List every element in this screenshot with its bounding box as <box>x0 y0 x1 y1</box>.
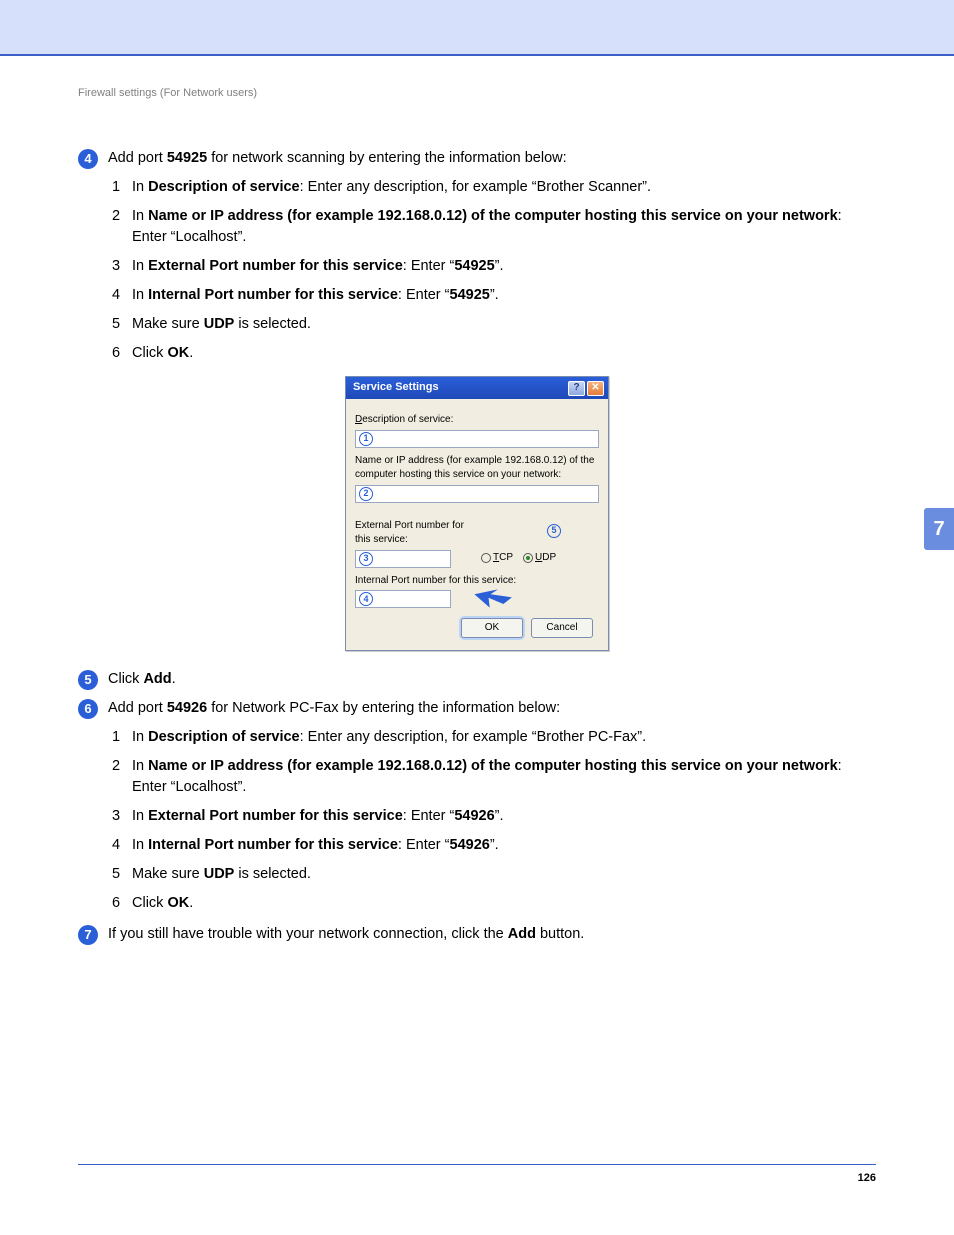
marker-3-icon: 3 <box>359 552 373 566</box>
label-host: Name or IP address (for example 192.168.… <box>355 454 599 483</box>
dialog-title: Service Settings <box>353 380 439 396</box>
subtext: In Description of service: Enter any des… <box>132 177 876 198</box>
list-item: 1In Description of service: Enter any de… <box>112 727 876 748</box>
bullet-7-icon: 7 <box>78 925 98 945</box>
cancel-button[interactable]: Cancel <box>531 618 593 638</box>
subnum: 1 <box>112 177 132 198</box>
subnum: 4 <box>112 285 132 306</box>
step-4-sublist: 1In Description of service: Enter any de… <box>112 177 876 364</box>
dialog-figure: Service Settings ? ✕ DDescription of ser… <box>78 376 876 651</box>
port-bold: 54925 <box>167 150 207 166</box>
subnum: 1 <box>112 727 132 748</box>
marker-1-icon: 1 <box>359 432 373 446</box>
subnum: 4 <box>112 835 132 856</box>
subtext: In Description of service: Enter any des… <box>132 727 876 748</box>
page-number: 126 <box>858 1171 876 1187</box>
step-4-text: Add port 54925 for network scanning by e… <box>108 148 876 169</box>
dialog-titlebar: Service Settings ? ✕ <box>346 377 608 399</box>
list-item: 3In External Port number for this servic… <box>112 256 876 277</box>
radio-udp[interactable]: UDP <box>523 551 556 566</box>
list-item: 1In Description of service: Enter any de… <box>112 177 876 198</box>
list-item: 2In Name or IP address (for example 192.… <box>112 206 876 248</box>
list-item: 6Click OK. <box>112 343 876 364</box>
label-external-port: External Port number for this service: <box>355 519 479 548</box>
step-5-text: Click Add. <box>108 669 876 690</box>
marker-2-icon: 2 <box>359 487 373 501</box>
radio-tcp[interactable]: TCP <box>481 551 513 566</box>
subtext: In Internal Port number for this service… <box>132 835 876 856</box>
dialog-body: DDescription of service:/*noop*/escripti… <box>346 399 608 650</box>
header-band <box>0 0 954 56</box>
list-item: 6Click OK. <box>112 893 876 914</box>
step-6: 6 Add port 54926 for Network PC-Fax by e… <box>78 698 876 719</box>
host-field[interactable]: 2 <box>355 485 599 503</box>
external-port-field[interactable]: 3 <box>355 550 451 568</box>
label-description: DDescription of service:/*noop*/escripti… <box>355 413 599 428</box>
ok-button[interactable]: OK <box>461 618 523 638</box>
subnum: 6 <box>112 343 132 364</box>
step-7-text: If you still have trouble with your netw… <box>108 924 876 945</box>
subnum: 2 <box>112 756 132 798</box>
list-item: 5Make sure UDP is selected. <box>112 314 876 335</box>
close-icon[interactable]: ✕ <box>587 381 604 396</box>
text: for network scanning by entering the inf… <box>207 150 566 166</box>
internal-port-field[interactable]: 4 <box>355 590 451 608</box>
step-4: 4 Add port 54925 for network scanning by… <box>78 148 876 169</box>
subnum: 5 <box>112 864 132 885</box>
list-item: 4In Internal Port number for this servic… <box>112 835 876 856</box>
chapter-tab: 7 <box>924 508 954 550</box>
subtext: In Internal Port number for this service… <box>132 285 876 306</box>
subnum: 5 <box>112 314 132 335</box>
subtext: In External Port number for this service… <box>132 256 876 277</box>
list-item: 2In Name or IP address (for example 192.… <box>112 756 876 798</box>
marker-5-icon: 5 <box>547 524 561 538</box>
subnum: 3 <box>112 256 132 277</box>
step-7: 7 If you still have trouble with your ne… <box>78 924 876 945</box>
step-6-sublist: 1In Description of service: Enter any de… <box>112 727 876 914</box>
step-5: 5 Click Add. <box>78 669 876 690</box>
service-settings-dialog: Service Settings ? ✕ DDescription of ser… <box>345 376 609 651</box>
bullet-6-icon: 6 <box>78 699 98 719</box>
subtext: In Name or IP address (for example 192.1… <box>132 206 876 248</box>
subtext: Click OK. <box>132 343 876 364</box>
subtext: Make sure UDP is selected. <box>132 314 876 335</box>
list-item: 4In Internal Port number for this servic… <box>112 285 876 306</box>
protocol-radios: TCP UDP <box>481 551 556 566</box>
bullet-4-icon: 4 <box>78 149 98 169</box>
subnum: 2 <box>112 206 132 248</box>
subtext: In Name or IP address (for example 192.1… <box>132 756 876 798</box>
subnum: 6 <box>112 893 132 914</box>
subtext: In External Port number for this service… <box>132 806 876 827</box>
bullet-5-icon: 5 <box>78 670 98 690</box>
description-field[interactable]: 1 <box>355 430 599 448</box>
page-content: Firewall settings (For Network users) 4 … <box>0 56 954 945</box>
marker-4-icon: 4 <box>359 592 373 606</box>
label-internal-port: Internal Port number for this service: <box>355 574 599 589</box>
breadcrumb: Firewall settings (For Network users) <box>78 86 876 102</box>
subnum: 3 <box>112 806 132 827</box>
text: Add port <box>108 150 167 166</box>
subtext: Make sure UDP is selected. <box>132 864 876 885</box>
help-icon[interactable]: ? <box>568 381 585 396</box>
list-item: 3In External Port number for this servic… <box>112 806 876 827</box>
footer-rule <box>78 1164 876 1165</box>
subtext: Click OK. <box>132 893 876 914</box>
list-item: 5Make sure UDP is selected. <box>112 864 876 885</box>
step-6-text: Add port 54926 for Network PC-Fax by ent… <box>108 698 876 719</box>
